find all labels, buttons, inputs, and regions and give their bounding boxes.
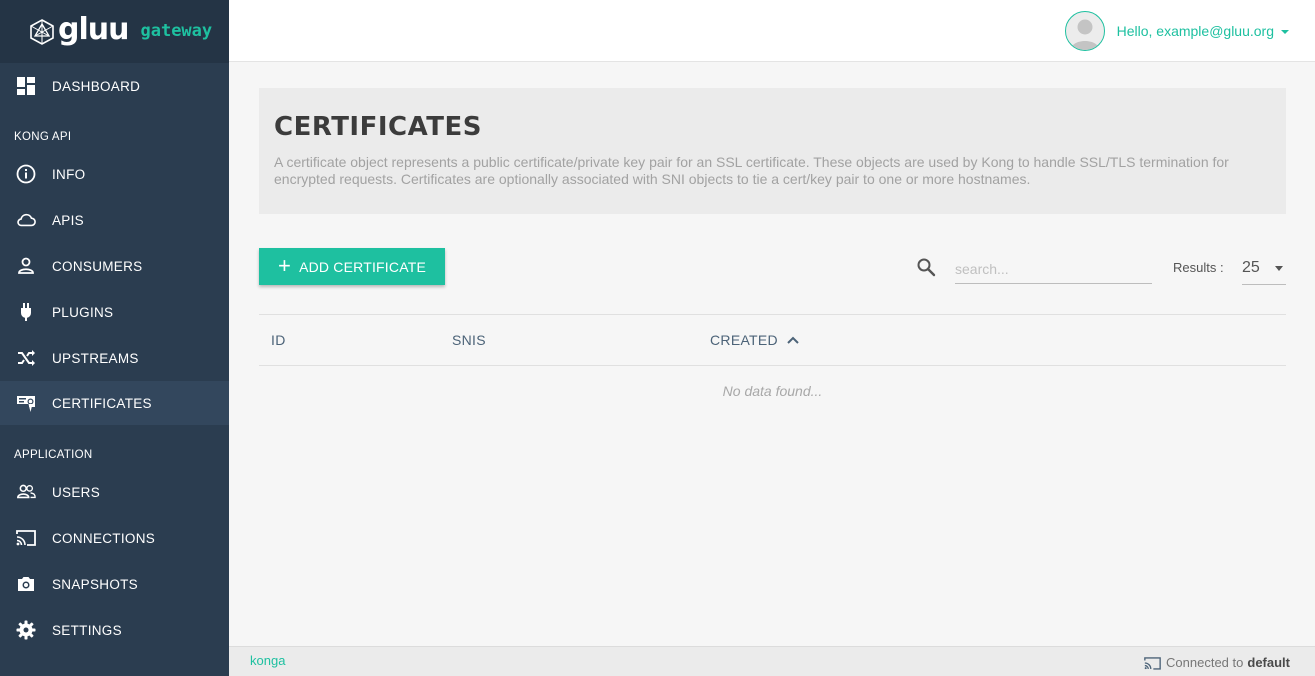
sidebar-item-connections[interactable]: CONNECTIONS bbox=[0, 516, 229, 560]
column-header-snis[interactable]: SNIS bbox=[452, 332, 486, 348]
info-icon bbox=[15, 163, 37, 185]
connection-status: Connected to default bbox=[1144, 655, 1290, 670]
sidebar-item-label: APIS bbox=[52, 212, 84, 228]
chevron-down-icon bbox=[1281, 30, 1289, 34]
sidebar-item-label: DASHBOARD bbox=[52, 78, 141, 94]
gear-icon bbox=[15, 619, 37, 641]
sort-ascending-icon bbox=[787, 336, 799, 344]
brand-sub: gateway bbox=[140, 20, 213, 41]
top-bar: Hello, example@gluu.org bbox=[229, 0, 1315, 62]
connection-name: default bbox=[1247, 655, 1290, 670]
add-certificate-button[interactable]: + ADD CERTIFICATE bbox=[259, 248, 445, 285]
sidebar-item-label: USERS bbox=[52, 484, 101, 500]
add-certificate-label: ADD CERTIFICATE bbox=[299, 258, 426, 275]
column-label: ID bbox=[271, 332, 286, 348]
column-label: CREATED bbox=[710, 332, 778, 348]
column-header-created[interactable]: CREATED bbox=[710, 332, 799, 348]
cast-icon bbox=[1144, 656, 1161, 670]
sidebar-item-label: SETTINGS bbox=[52, 622, 122, 638]
plus-icon: + bbox=[278, 252, 292, 278]
cast-icon bbox=[15, 527, 37, 549]
column-label: SNIS bbox=[452, 332, 486, 348]
sidebar-item-label: CONSUMERS bbox=[52, 258, 143, 274]
results-value: 25 bbox=[1242, 259, 1260, 276]
sidebar-item-label: UPSTREAMS bbox=[52, 350, 139, 366]
dashboard-icon bbox=[15, 75, 37, 97]
sidebar-item-label: CERTIFICATES bbox=[52, 395, 152, 411]
brand-word: gluu bbox=[58, 12, 129, 47]
sidebar-item-certificates[interactable]: CERTIFICATES bbox=[0, 381, 229, 425]
sidebar-item-label: PLUGINS bbox=[52, 304, 114, 320]
page-title: CERTIFICATES bbox=[274, 112, 482, 142]
sidebar-item-plugins[interactable]: PLUGINS bbox=[0, 290, 229, 334]
sidebar: gluu gateway DASHBOARD KONG API INFO API… bbox=[0, 0, 229, 676]
section-application: APPLICATION bbox=[14, 449, 93, 461]
sidebar-item-upstreams[interactable]: UPSTREAMS bbox=[0, 336, 229, 380]
empty-state-text: No data found... bbox=[722, 383, 823, 399]
sidebar-item-users[interactable]: USERS bbox=[0, 470, 229, 514]
sidebar-item-settings[interactable]: SETTINGS bbox=[0, 608, 229, 652]
users-icon bbox=[15, 481, 37, 503]
table-header: ID SNIS CREATED bbox=[259, 314, 1286, 366]
person-icon bbox=[15, 255, 37, 277]
user-silhouette-icon bbox=[1070, 19, 1099, 50]
sidebar-item-label: INFO bbox=[52, 166, 86, 182]
search-icon[interactable] bbox=[916, 257, 936, 277]
sidebar-item-label: CONNECTIONS bbox=[52, 530, 156, 546]
page-header: CERTIFICATES A certificate object repres… bbox=[259, 88, 1286, 214]
footer-konga-link[interactable]: konga bbox=[250, 653, 285, 668]
gluu-logo-icon bbox=[30, 18, 54, 45]
sidebar-item-label: SNAPSHOTS bbox=[52, 576, 138, 592]
search-input[interactable] bbox=[955, 254, 1152, 284]
plug-icon bbox=[15, 301, 37, 323]
user-menu[interactable]: Hello, example@gluu.org bbox=[1064, 11, 1289, 51]
sidebar-item-apis[interactable]: APIS bbox=[0, 198, 229, 242]
column-header-id[interactable]: ID bbox=[271, 332, 286, 348]
brand-logo[interactable]: gluu gateway bbox=[0, 0, 229, 63]
results-label: Results : bbox=[1173, 260, 1224, 275]
avatar bbox=[1064, 11, 1105, 51]
results-per-page-select[interactable]: 25 bbox=[1242, 252, 1286, 285]
user-greeting: Hello, example@gluu.org bbox=[1116, 23, 1274, 39]
sidebar-item-dashboard[interactable]: DASHBOARD bbox=[0, 64, 229, 108]
sidebar-item-consumers[interactable]: CONSUMERS bbox=[0, 244, 229, 288]
certificate-icon bbox=[15, 392, 37, 414]
cloud-icon bbox=[15, 209, 37, 231]
dropdown-arrow-icon bbox=[1275, 266, 1283, 271]
sidebar-item-snapshots[interactable]: SNAPSHOTS bbox=[0, 562, 229, 606]
page-description: A certificate object represents a public… bbox=[274, 154, 1229, 187]
camera-icon bbox=[15, 573, 37, 595]
section-kong-api: KONG API bbox=[14, 131, 72, 143]
footer: konga Connected to default bbox=[229, 646, 1315, 676]
shuffle-icon bbox=[15, 347, 37, 369]
sidebar-item-info[interactable]: INFO bbox=[0, 152, 229, 196]
connection-status-prefix: Connected to bbox=[1166, 655, 1244, 670]
